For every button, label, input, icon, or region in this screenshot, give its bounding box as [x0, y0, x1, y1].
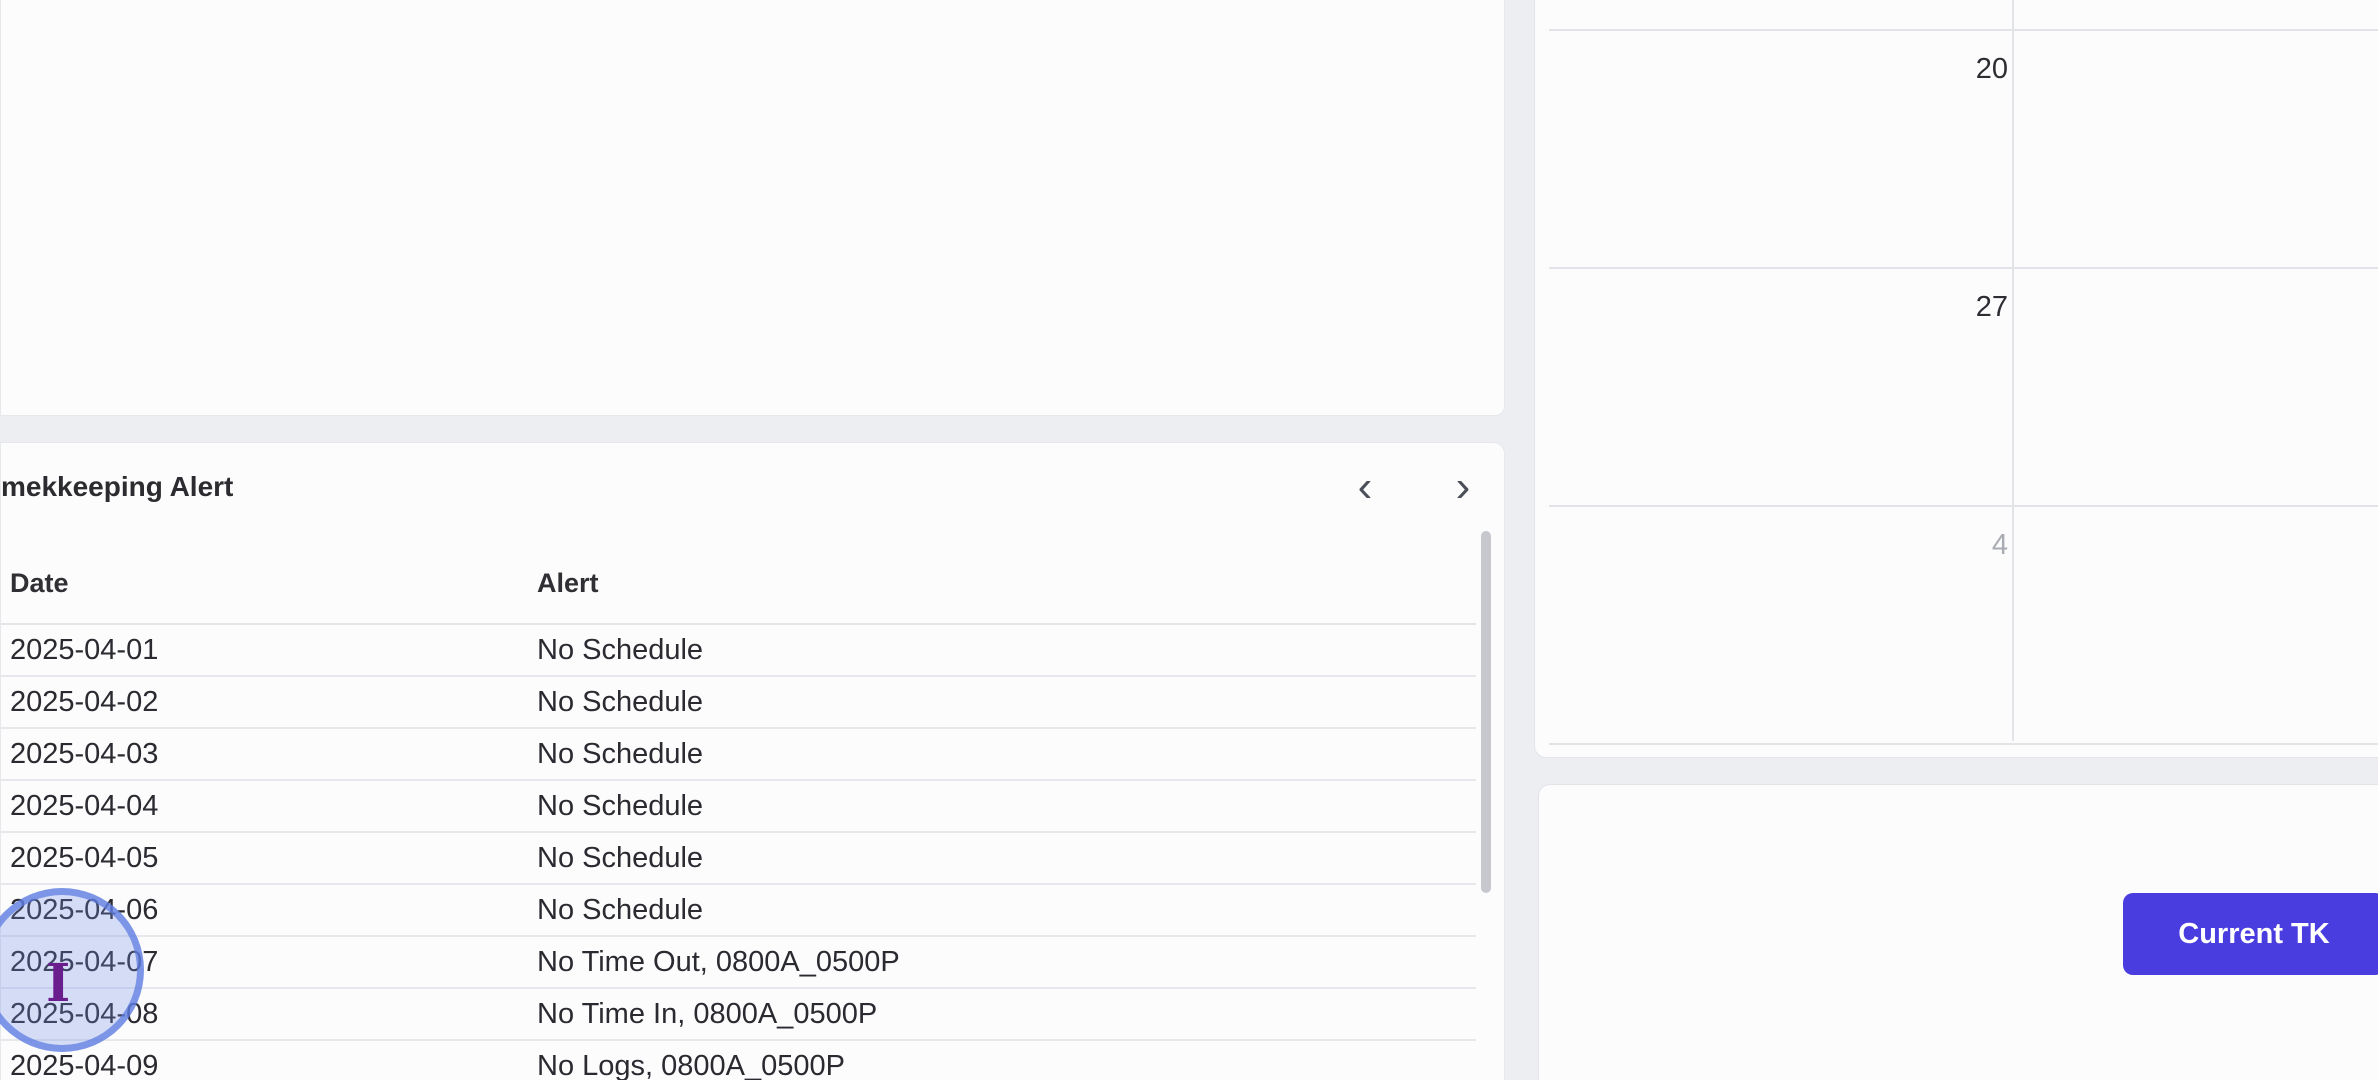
timekeeping-alert-card: mekkeeping Alert ‹ › Date Alert 2025-04-…	[0, 442, 1505, 1080]
calendar-day-number[interactable]: 4	[1992, 529, 2008, 562]
calendar-bottom-border	[1549, 743, 2378, 745]
calendar-day-number[interactable]: 20	[1976, 53, 2008, 86]
column-header-alert[interactable]: Alert	[537, 568, 1476, 599]
cell-alert: No Schedule	[537, 633, 704, 666]
scrollbar-thumb[interactable]	[1481, 531, 1491, 893]
table-body: 2025-04-01 No Schedule 2025-04-02 No Schedu…	[1, 625, 1476, 1080]
calendar-week-row	[1549, 29, 2378, 31]
cell-alert: No Schedule	[537, 893, 704, 926]
calendar-week-row	[1549, 505, 2378, 507]
calendar: 20 27 4	[1534, 0, 2378, 758]
table-row[interactable]: 2025-04-08 No Time In, 0800A_0500P	[1, 989, 1476, 1041]
table-row[interactable]: 2025-04-05 No Schedule	[1, 833, 1476, 885]
table-row[interactable]: 2025-04-04 No Schedule	[1, 781, 1476, 833]
cell-alert: No Schedule	[537, 789, 704, 822]
cell-alert: No Schedule	[537, 737, 704, 770]
cell-date: 2025-04-09	[10, 1049, 159, 1080]
table-row[interactable]: 2025-04-09 No Logs, 0800A_0500P	[1, 1041, 1476, 1080]
timekeeping-alert-table: Date Alert 2025-04-01 No Schedule 2025-04-…	[1, 543, 1476, 1080]
cell-alert: No Time In, 0800A_0500P	[537, 997, 878, 1030]
table-header: Date Alert	[1, 543, 1476, 625]
table-row[interactable]: 2025-04-03 No Schedule	[1, 729, 1476, 781]
top-left-panel	[0, 0, 1505, 416]
cell-date: 2025-04-03	[10, 737, 159, 770]
current-tk-button[interactable]: Current TK	[2123, 893, 2378, 975]
calendar-week-row	[1549, 267, 2378, 269]
table-row[interactable]: 2025-04-02 No Schedule	[1, 677, 1476, 729]
calendar-column-divider	[2012, 0, 2014, 741]
screen: mekkeeping Alert ‹ › Date Alert 2025-04-…	[0, 0, 2378, 1080]
cell-alert: No Logs, 0800A_0500P	[537, 1049, 845, 1080]
chevron-left-icon[interactable]: ‹	[1343, 462, 1387, 511]
table-row[interactable]: 2025-04-07 No Time Out, 0800A_0500P	[1, 937, 1476, 989]
cell-alert: No Schedule	[537, 841, 704, 874]
cell-date: 2025-04-02	[10, 685, 159, 718]
cell-date: 2025-04-01	[10, 633, 159, 666]
timekeeping-alert-title: mekkeeping Alert	[1, 471, 234, 502]
action-card: Current TK	[1538, 784, 2378, 1080]
cell-date: 2025-04-04	[10, 789, 159, 822]
cell-alert: No Schedule	[537, 685, 704, 718]
calendar-day-number[interactable]: 27	[1976, 291, 2008, 324]
column-header-date[interactable]: Date	[1, 568, 537, 599]
table-scrollbar[interactable]	[1481, 531, 1491, 1080]
chevron-right-icon[interactable]: ›	[1441, 462, 1485, 511]
cell-date: 2025-04-05	[10, 841, 159, 874]
table-row[interactable]: 2025-04-06 No Schedule	[1, 885, 1476, 937]
cell-alert: No Time Out, 0800A_0500P	[537, 945, 900, 978]
table-row[interactable]: 2025-04-01 No Schedule	[1, 625, 1476, 677]
text-cursor-icon: I	[46, 953, 71, 1014]
calendar-grid: 20 27 4	[1549, 0, 2378, 745]
